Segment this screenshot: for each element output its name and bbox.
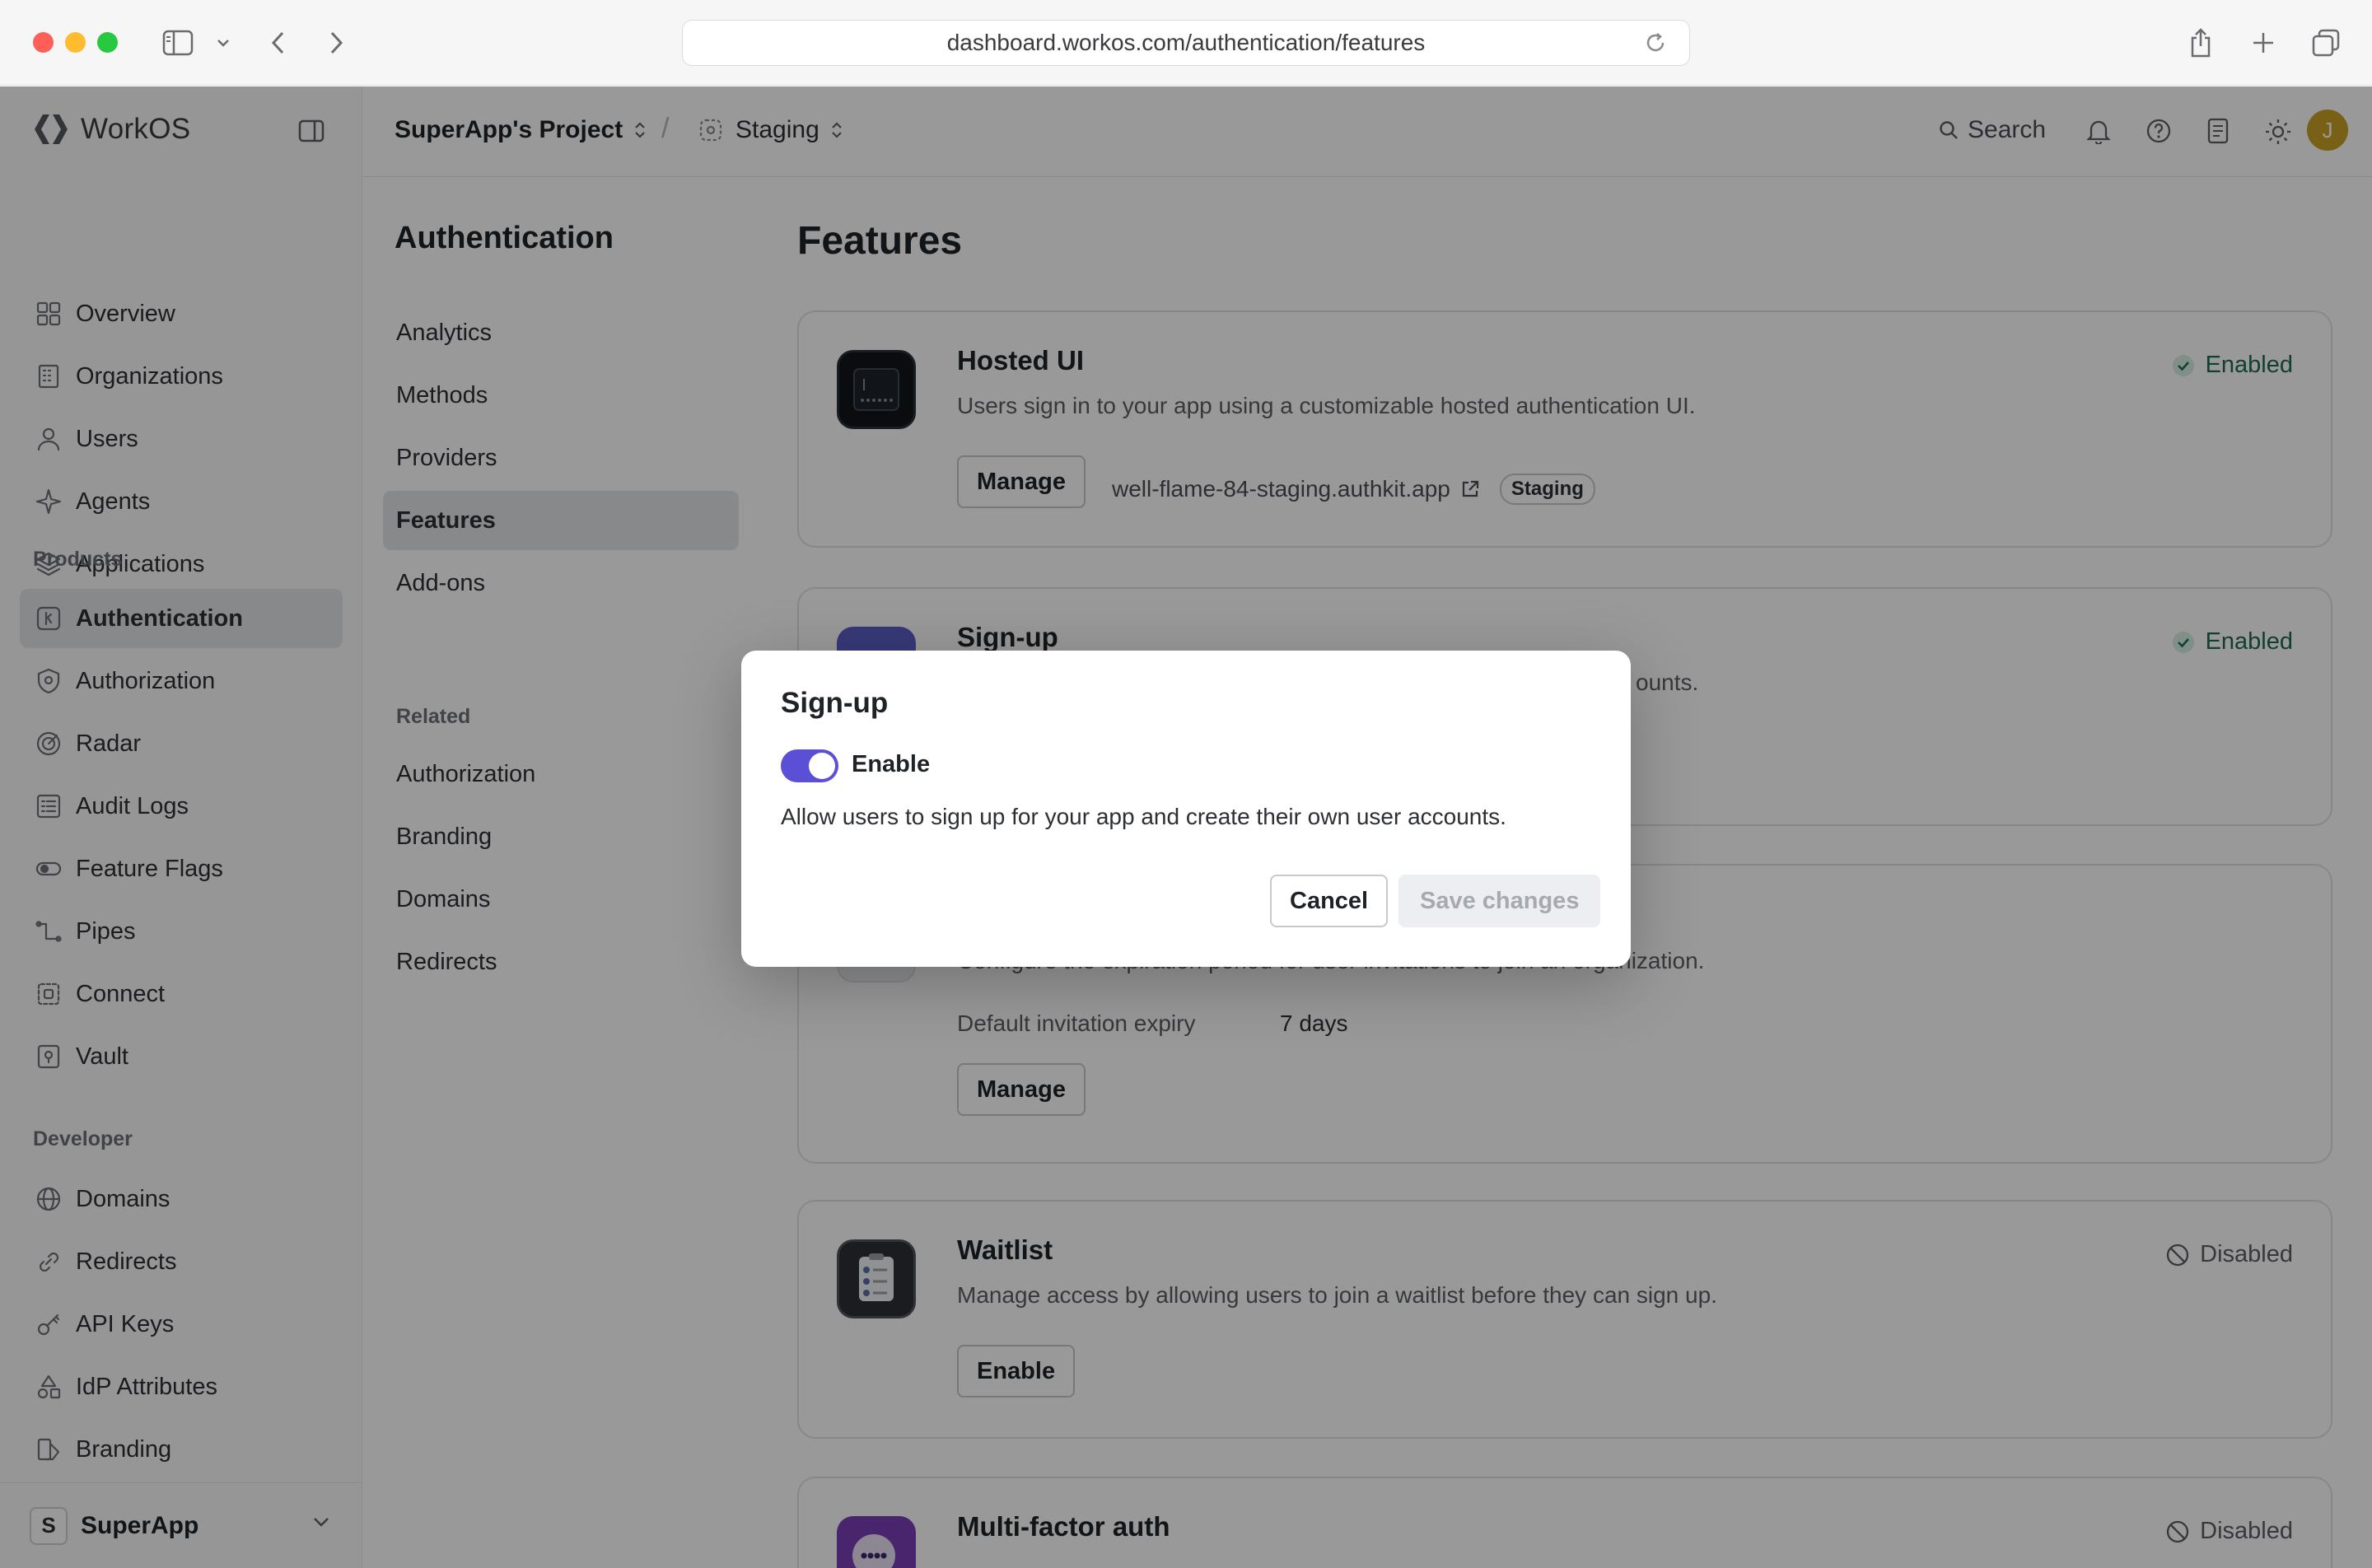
share-icon[interactable] <box>2186 25 2216 61</box>
back-icon[interactable] <box>265 25 290 61</box>
reload-icon[interactable] <box>1643 30 1668 61</box>
save-changes-button[interactable]: Save changes <box>1398 875 1601 927</box>
minimize-window-button[interactable] <box>65 32 86 53</box>
dialog-title: Sign-up <box>781 687 889 719</box>
enable-signup-toggle[interactable] <box>781 749 838 782</box>
browser-toolbar: dashboard.workos.com/authentication/feat… <box>0 0 2372 86</box>
toggle-knob <box>809 753 835 779</box>
chevron-down-icon[interactable] <box>212 25 234 61</box>
signup-dialog: Sign-up Enable Allow users to sign up fo… <box>741 651 1631 967</box>
new-tab-icon[interactable] <box>2248 25 2278 61</box>
address-bar[interactable]: dashboard.workos.com/authentication/feat… <box>682 20 1690 66</box>
url-text: dashboard.workos.com/authentication/feat… <box>946 30 1426 55</box>
close-window-button[interactable] <box>33 32 54 53</box>
sidebar-toggle-icon[interactable] <box>160 25 196 61</box>
dialog-description: Allow users to sign up for your app and … <box>781 804 1506 829</box>
maximize-window-button[interactable] <box>97 32 118 53</box>
cancel-button[interactable]: Cancel <box>1270 875 1389 927</box>
forward-icon[interactable] <box>325 25 349 61</box>
tab-overview-icon[interactable] <box>2309 25 2342 61</box>
toggle-label: Enable <box>852 751 931 777</box>
